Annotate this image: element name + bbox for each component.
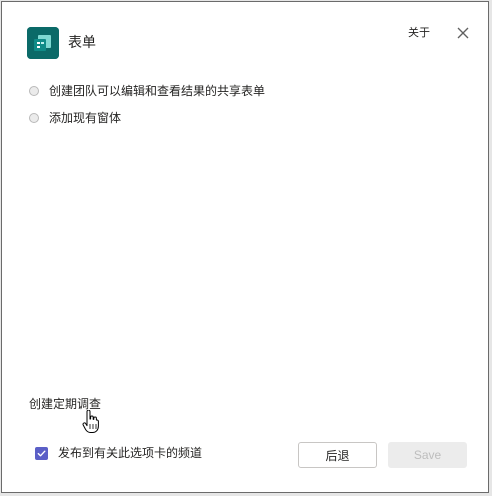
publish-to-channel-option[interactable]: 发布到有关此选项卡的频道 — [35, 445, 202, 461]
hand-pointer-cursor-icon — [82, 410, 100, 434]
option-label: 创建团队可以编辑和查看结果的共享表单 — [49, 84, 266, 98]
app-title: 表单 — [68, 35, 96, 51]
radio-button[interactable] — [29, 86, 39, 96]
forms-app-icon — [27, 27, 59, 59]
forms-tab-config-dialog: 表单 关于 创建团队可以编辑和查看结果的共享表单 添加现有窗体 创建定期调查 发… — [1, 1, 489, 493]
radio-button[interactable] — [29, 113, 39, 123]
checkmark-icon — [37, 450, 46, 456]
option-label: 添加现有窗体 — [49, 111, 122, 125]
option-add-existing-form[interactable]: 添加现有窗体 — [29, 109, 121, 127]
checkbox-label: 发布到有关此选项卡的频道 — [58, 446, 203, 460]
save-button[interactable]: Save — [388, 442, 467, 468]
close-icon[interactable] — [454, 24, 472, 42]
option-create-shared-form[interactable]: 创建团队可以编辑和查看结果的共享表单 — [29, 82, 265, 100]
about-link[interactable]: 关于 — [408, 25, 430, 41]
back-button[interactable]: 后退 — [298, 442, 377, 468]
checkbox[interactable] — [35, 446, 48, 460]
